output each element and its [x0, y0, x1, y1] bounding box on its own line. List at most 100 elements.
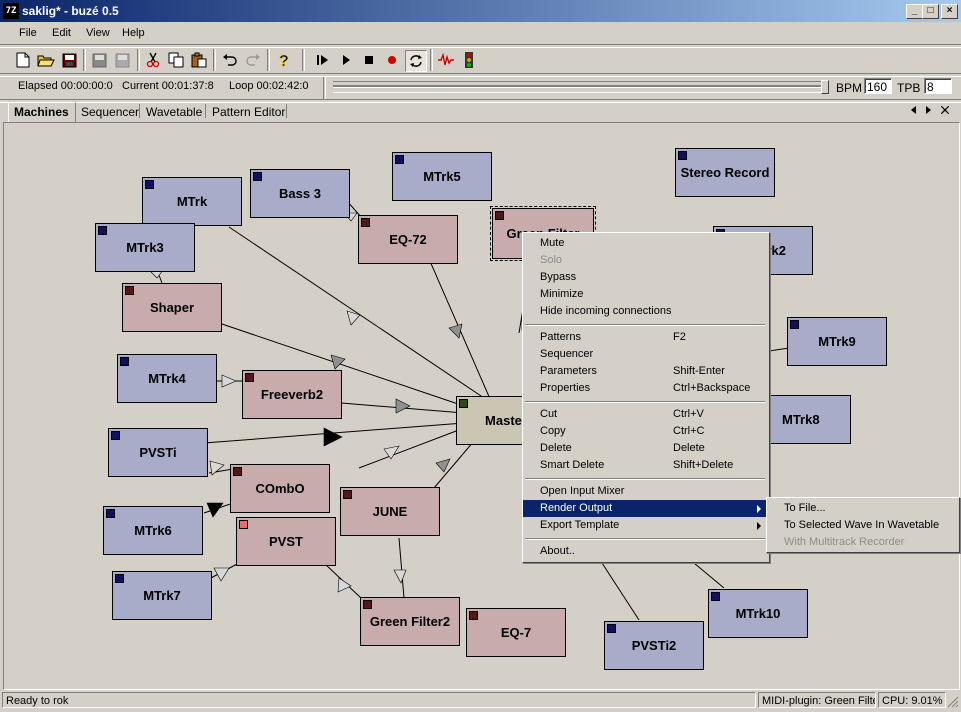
machine-led[interactable]: [115, 574, 124, 583]
save-as-icon[interactable]: [89, 50, 109, 70]
menu-item-copy[interactable]: Copy Ctrl+C: [523, 423, 767, 440]
menu-file[interactable]: File: [19, 27, 37, 39]
machine-led[interactable]: [495, 211, 504, 220]
machine-led[interactable]: [98, 226, 107, 235]
menu-item-render-output[interactable]: Render Output: [523, 500, 767, 517]
tab-sequencer[interactable]: Sequencer: [81, 105, 139, 119]
paste-icon[interactable]: [189, 50, 209, 70]
tab-pattern-editor[interactable]: Pattern Editor: [212, 105, 285, 119]
machine-stereo-record[interactable]: Stereo Record: [675, 148, 775, 197]
close-icon[interactable]: ×: [941, 4, 958, 19]
slider-thumb[interactable]: [821, 80, 829, 94]
menu-item-patterns[interactable]: Patterns F2: [523, 329, 767, 346]
menu-item-properties[interactable]: Properties Ctrl+Backspace: [523, 380, 767, 397]
machine-view[interactable]: MTrk Bass 3 MTrk5 Stereo Record MTrk3 EQ…: [3, 122, 960, 690]
tab-scroll-right-icon[interactable]: [924, 103, 934, 117]
machine-freeverb2[interactable]: Freeverb2: [242, 370, 342, 419]
menu-item-export-template[interactable]: Export Template: [523, 517, 767, 534]
menu-item-parameters[interactable]: Parameters Shift-Enter: [523, 363, 767, 380]
menu-item-open-input-mixer[interactable]: Open Input Mixer: [523, 483, 767, 500]
machine-pvsti2[interactable]: PVSTi2: [604, 621, 704, 670]
minimize-icon[interactable]: _: [906, 4, 923, 19]
cpu-meter-icon[interactable]: [436, 50, 456, 70]
cut-icon[interactable]: [143, 50, 163, 70]
machine-led[interactable]: [343, 490, 352, 499]
menu-item-about[interactable]: About..: [523, 543, 767, 560]
traffic-light-icon[interactable]: [459, 50, 479, 70]
menu-item-smart-delete[interactable]: Smart Delete Shift+Delete: [523, 457, 767, 474]
play-icon[interactable]: [336, 50, 356, 70]
machine-led[interactable]: [459, 399, 468, 408]
machine-led[interactable]: [790, 320, 799, 329]
machine-led[interactable]: [395, 155, 404, 164]
machine-led[interactable]: [469, 611, 478, 620]
machine-mtrk4[interactable]: MTrk4: [117, 354, 217, 403]
tab-scroll-left-icon[interactable]: [909, 103, 919, 117]
open-icon[interactable]: [36, 50, 56, 70]
tab-wavetable[interactable]: Wavetable: [146, 105, 202, 119]
menu-view[interactable]: View: [86, 27, 110, 39]
machine-led[interactable]: [711, 592, 720, 601]
machine-mtrk10[interactable]: MTrk10: [708, 589, 808, 638]
menu-item-sequencer[interactable]: Sequencer: [523, 346, 767, 363]
machine-led[interactable]: [253, 172, 262, 181]
maximize-icon[interactable]: □: [922, 4, 939, 19]
machine-mtrk9[interactable]: MTrk9: [787, 317, 887, 366]
menu-edit[interactable]: Edit: [52, 27, 71, 39]
machine-led[interactable]: [361, 218, 370, 227]
submenu-item-to-file[interactable]: To File...: [767, 500, 957, 517]
machine-mtrk6[interactable]: MTrk6: [103, 506, 203, 555]
menu-item-cut[interactable]: Cut Ctrl+V: [523, 406, 767, 423]
machine-led[interactable]: [233, 467, 242, 476]
machine-june[interactable]: JUNE: [340, 487, 440, 536]
loop-icon[interactable]: [405, 50, 427, 72]
redo-icon[interactable]: [243, 50, 263, 70]
help-icon[interactable]: ?: [274, 50, 294, 70]
save-disabled-icon[interactable]: [112, 50, 132, 70]
machine-pvst[interactable]: PVST: [236, 517, 336, 566]
machine-eq7[interactable]: EQ-7: [466, 608, 566, 657]
machine-combo[interactable]: COmbO: [230, 464, 330, 513]
machine-shaper[interactable]: Shaper: [122, 283, 222, 332]
machine-led[interactable]: [678, 151, 687, 160]
machine-led[interactable]: [111, 431, 120, 440]
undo-icon[interactable]: [220, 50, 240, 70]
machine-led[interactable]: [120, 357, 129, 366]
submenu-item-to-selected-wave[interactable]: To Selected Wave In Wavetable: [767, 517, 957, 534]
machine-mtrk3[interactable]: MTrk3: [95, 223, 195, 272]
machine-led[interactable]: [239, 520, 248, 529]
machine-bass3[interactable]: Bass 3: [250, 169, 350, 218]
tab-close-icon[interactable]: [939, 103, 951, 117]
menu-item-mute[interactable]: Mute: [523, 235, 767, 252]
machine-led[interactable]: [125, 286, 134, 295]
machine-green-filter2[interactable]: Green Filter2: [360, 597, 460, 646]
machine-mtrk5[interactable]: MTrk5: [392, 152, 492, 201]
tpb-input[interactable]: 8: [924, 78, 952, 94]
machine-led[interactable]: [245, 373, 254, 382]
bpm-input[interactable]: 160: [864, 78, 892, 94]
machine-mtrk7[interactable]: MTrk7: [112, 571, 212, 620]
machine-eq72[interactable]: EQ-72: [358, 215, 458, 264]
machine-mtrk[interactable]: MTrk: [142, 177, 242, 226]
resize-grip-icon[interactable]: [947, 696, 959, 708]
menu-item-delete[interactable]: Delete Delete: [523, 440, 767, 457]
new-icon[interactable]: [13, 50, 33, 70]
machine-led[interactable]: [145, 180, 154, 189]
stop-icon[interactable]: [359, 50, 379, 70]
app-icon[interactable]: 7Z: [3, 3, 19, 19]
menu-help[interactable]: Help: [122, 27, 145, 39]
submenu-item-multitrack-recorder[interactable]: With Multitrack Recorder: [767, 534, 957, 551]
copy-icon[interactable]: [166, 50, 186, 70]
menu-item-hide-incoming-connections[interactable]: Hide incoming connections: [523, 303, 767, 320]
record-icon[interactable]: [382, 50, 402, 70]
menu-item-bypass[interactable]: Bypass: [523, 269, 767, 286]
menu-item-minimize[interactable]: Minimize: [523, 286, 767, 303]
machine-pvsti[interactable]: PVSTi: [108, 428, 208, 477]
machine-led[interactable]: [106, 509, 115, 518]
machine-led[interactable]: [607, 624, 616, 633]
machine-led[interactable]: [363, 600, 372, 609]
play-from-start-icon[interactable]: [313, 50, 333, 70]
save-icon[interactable]: [59, 50, 79, 70]
position-slider[interactable]: [333, 80, 829, 94]
menu-item-solo[interactable]: Solo: [523, 252, 767, 269]
